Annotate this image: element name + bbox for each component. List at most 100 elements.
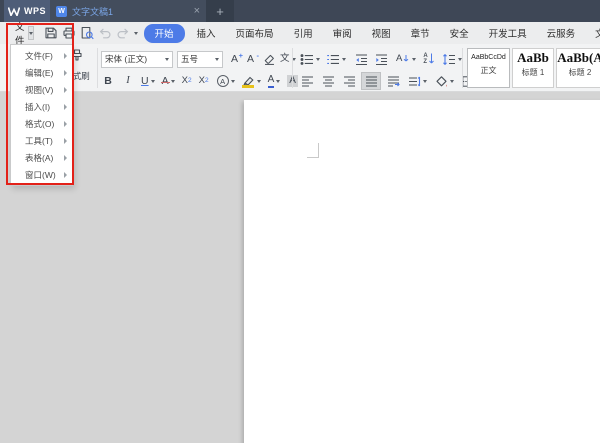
- bold-button[interactable]: B: [101, 72, 115, 90]
- distribute-icon: [388, 75, 400, 87]
- tab-insert[interactable]: 插入: [187, 24, 226, 42]
- numbered-list-button[interactable]: [324, 50, 348, 68]
- caret-down-icon: [450, 79, 454, 83]
- close-tab-icon[interactable]: ×: [194, 5, 200, 17]
- style-label: 标题 1: [521, 68, 545, 77]
- menu-row: 文件 开始 插入 页面布局 引用 审阅 视图 章节 安全 开发工具 云服务 文: [0, 19, 600, 47]
- font-name-combobox[interactable]: 宋体 (正文): [101, 50, 173, 68]
- sort-button[interactable]: AZ: [421, 50, 436, 68]
- caret-down-icon: [215, 57, 219, 61]
- line-spacing-icon: [442, 53, 455, 65]
- menu-item-edit[interactable]: 编辑(E): [11, 64, 72, 81]
- line-spacing-button[interactable]: [440, 50, 464, 68]
- document-tab[interactable]: W 文字文稿1 ×: [50, 0, 206, 22]
- file-menu-button[interactable]: 文件: [15, 19, 25, 47]
- document-page[interactable]: [244, 100, 600, 443]
- caret-down-icon: [342, 57, 346, 61]
- menu-item-format[interactable]: 格式(O): [11, 115, 72, 132]
- tab-home[interactable]: 开始: [143, 23, 185, 43]
- align-left-button[interactable]: [298, 72, 316, 90]
- menu-item-file[interactable]: 文件(F): [11, 47, 72, 64]
- font-color-button[interactable]: A: [266, 72, 283, 90]
- tab-developer[interactable]: 开发工具: [479, 24, 537, 42]
- text-tool-button[interactable]: 文: [278, 50, 298, 68]
- shading-bucket-icon: [436, 75, 447, 87]
- italic-button[interactable]: I: [121, 72, 135, 90]
- caret-down-icon: [133, 31, 138, 35]
- clear-format-button[interactable]: [261, 50, 278, 68]
- wps-logo-icon: [7, 6, 20, 16]
- document-icon: W: [56, 5, 67, 17]
- customize-quick-access-button[interactable]: [133, 25, 138, 41]
- indent-icon: [376, 53, 387, 65]
- caret-down-icon: [28, 31, 33, 35]
- align-right-button[interactable]: [340, 72, 358, 90]
- style-preview: AaBb: [517, 50, 549, 65]
- enclose-characters-button[interactable]: A: [215, 72, 237, 90]
- caret-down-icon: [316, 57, 320, 61]
- bullet-list-button[interactable]: [298, 50, 322, 68]
- document-tab-title: 文字文稿1: [72, 6, 114, 17]
- menu-item-table[interactable]: 表格(A): [11, 149, 72, 166]
- document-area[interactable]: [0, 92, 600, 443]
- justify-button[interactable]: [361, 72, 381, 90]
- undo-button[interactable]: [98, 25, 112, 41]
- decrease-indent-button[interactable]: [352, 50, 370, 68]
- style-normal[interactable]: AaBbCcDd 正文: [467, 48, 510, 88]
- tab-cloud[interactable]: 云服务: [537, 24, 586, 42]
- superscript-button[interactable]: X2: [180, 72, 194, 90]
- shading-button[interactable]: [433, 72, 456, 90]
- style-preview: AaBbCcDd: [471, 54, 506, 61]
- align-center-button[interactable]: [319, 72, 337, 90]
- grow-font-button[interactable]: A +: [229, 50, 245, 68]
- home-ribbon-toolbar: 格式刷 宋体 (正文) 五号 A + A- 文 B I U A X 2 X 2 …: [0, 44, 600, 92]
- tab-references[interactable]: 引用: [284, 24, 323, 42]
- submenu-arrow-icon: [64, 120, 67, 127]
- distribute-button[interactable]: [384, 72, 402, 90]
- style-preview: AaBb(A: [557, 50, 600, 65]
- print-button[interactable]: [62, 25, 76, 41]
- text-direction-button[interactable]: A: [394, 50, 418, 68]
- save-button[interactable]: [44, 25, 58, 41]
- print-preview-button[interactable]: [80, 25, 94, 41]
- font-name-value: 宋体 (正文): [105, 54, 148, 64]
- underline-button[interactable]: U: [139, 72, 157, 90]
- clear-format-icon: [264, 54, 274, 65]
- shrink-font-button[interactable]: A-: [245, 50, 261, 68]
- style-label: 正文: [480, 66, 497, 75]
- caret-down-icon: [230, 79, 235, 83]
- ribbon-tabs: 开始 插入 页面布局 引用 审阅 视图 章节 安全 开发工具 云服务 文档助手: [143, 23, 600, 43]
- menu-item-window[interactable]: 窗口(W): [11, 166, 72, 183]
- tab-security[interactable]: 安全: [440, 24, 479, 42]
- tab-section[interactable]: 章节: [401, 24, 440, 42]
- font-size-value: 五号: [181, 54, 199, 64]
- menu-item-tools[interactable]: 工具(T): [11, 132, 72, 149]
- submenu-arrow-icon: [64, 103, 67, 110]
- highlight-pen-icon: [241, 75, 255, 88]
- font-size-combobox[interactable]: 五号: [177, 50, 223, 68]
- group-divider: [462, 48, 463, 88]
- highlight-color-button[interactable]: [240, 72, 263, 90]
- tab-review[interactable]: 审阅: [323, 24, 362, 42]
- menu-item-view[interactable]: 视图(V): [11, 81, 72, 98]
- margin-corner-mark: [307, 143, 319, 158]
- strikethrough-button[interactable]: A: [160, 72, 177, 90]
- style-heading1[interactable]: AaBb 标题 1: [512, 48, 554, 88]
- new-tab-button[interactable]: +: [206, 0, 234, 22]
- file-dropdown-menu: 文件(F) 编辑(E) 视图(V) 插入(I) 格式(O) 工具(T) 表格(A…: [10, 44, 73, 186]
- tab-page-layout[interactable]: 页面布局: [226, 24, 284, 42]
- tab-doc-assistant[interactable]: 文档助手: [585, 24, 600, 42]
- align-center-icon: [323, 75, 334, 87]
- tab-view[interactable]: 视图: [362, 24, 401, 42]
- menu-item-insert[interactable]: 插入(I): [11, 98, 72, 115]
- subscript-button[interactable]: X2: [197, 72, 211, 90]
- group-divider: [97, 48, 98, 88]
- redo-button[interactable]: [116, 25, 130, 41]
- text-tool-glyph: 文: [280, 53, 290, 65]
- style-heading2[interactable]: AaBb(A 标题 2: [556, 48, 600, 88]
- title-bar: WPS W 文字文稿1 × +: [0, 0, 600, 22]
- increase-indent-button[interactable]: [372, 50, 390, 68]
- file-menu-caret-button[interactable]: [27, 26, 34, 40]
- wps-home-button[interactable]: WPS: [4, 0, 50, 22]
- paragraph-spacing-button[interactable]: [405, 72, 429, 90]
